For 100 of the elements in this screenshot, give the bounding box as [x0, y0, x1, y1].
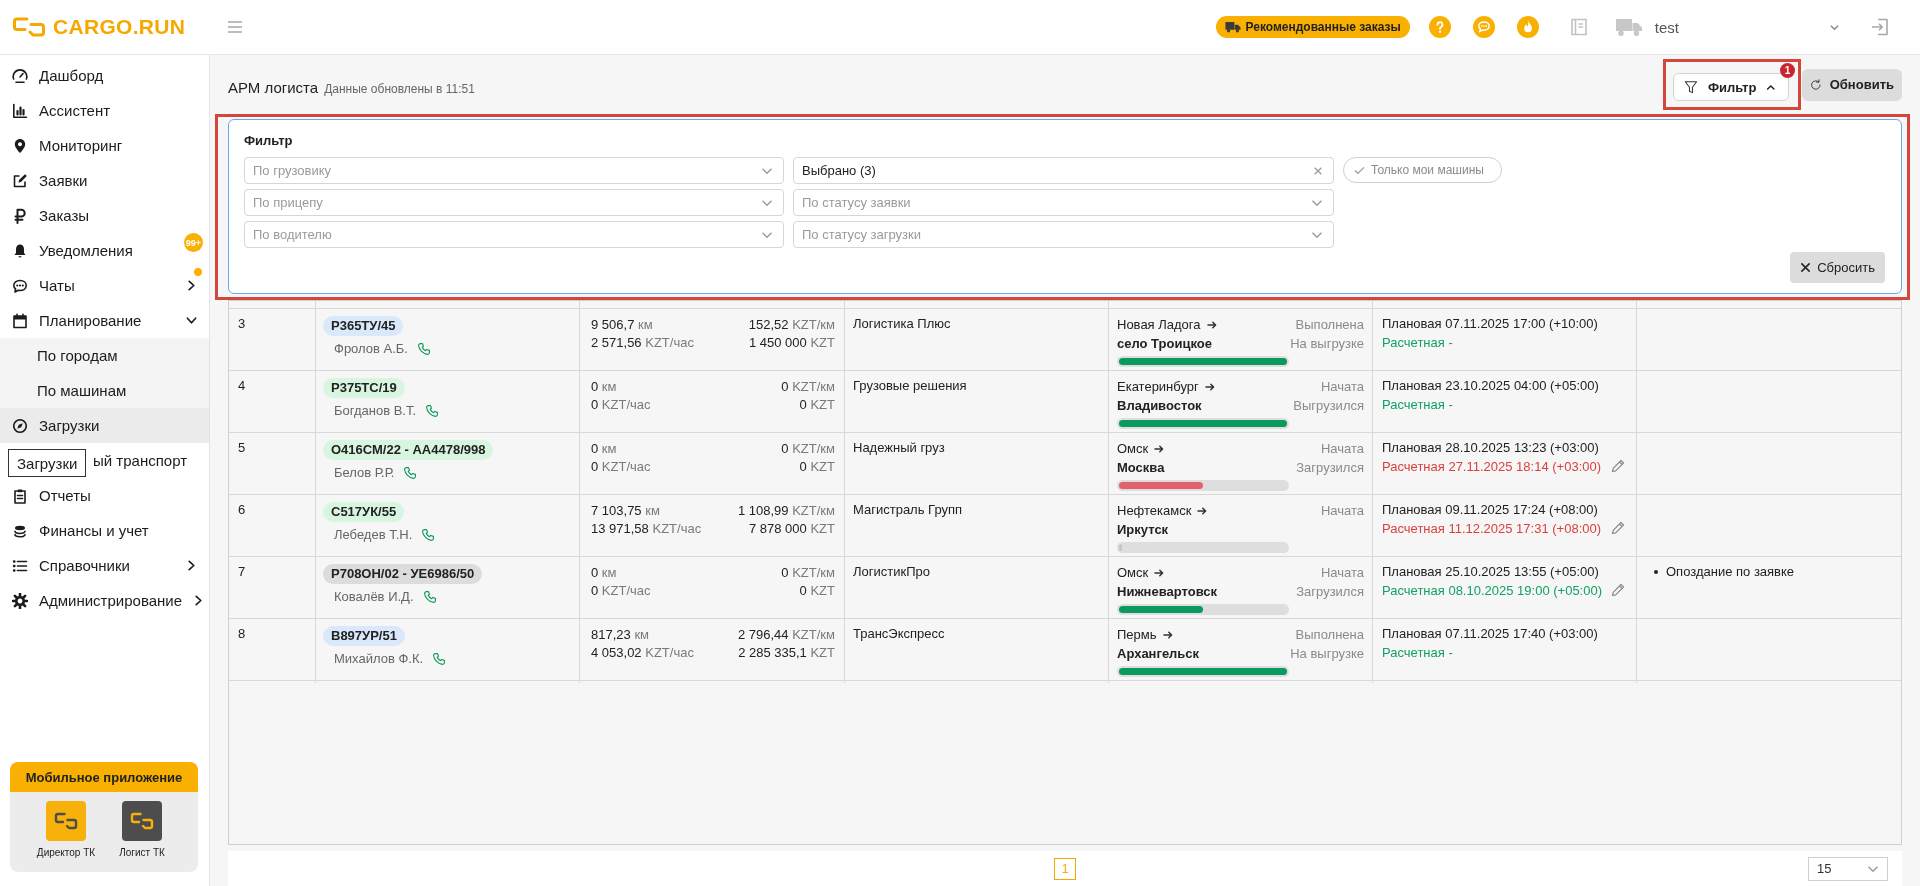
route-destination: село Троицкое [1117, 336, 1213, 351]
metric-text: 0 км [591, 378, 618, 394]
route-origin: Нефтекамск [1117, 503, 1192, 518]
nav-item[interactable]: Заявки [0, 163, 209, 198]
phone-icon[interactable] [416, 341, 431, 356]
phone-icon[interactable] [403, 465, 418, 480]
chat-icon[interactable] [1472, 16, 1495, 38]
filter-icon [1684, 79, 1698, 95]
app-link[interactable]: Директор ТК [31, 801, 101, 858]
route-destination: Архангельск [1117, 646, 1201, 661]
status-text: Начата [1319, 379, 1364, 394]
arrow-right-icon [1162, 629, 1173, 640]
metric-text: 7 103,75 км [591, 502, 661, 518]
substatus-text: На выгрузке [1290, 336, 1364, 351]
substatus-text: На выгрузке [1290, 646, 1364, 661]
check-icon [1354, 165, 1365, 175]
clipboard-icon [12, 487, 28, 504]
metric-text: 2 571,56 KZT/час [591, 334, 695, 350]
map-pin-icon [12, 137, 28, 154]
refresh-button[interactable]: Обновить [1802, 68, 1902, 101]
nav-item[interactable]: ый транспорт [93, 443, 209, 478]
clear-icon[interactable] [1313, 165, 1323, 176]
close-icon [1800, 262, 1812, 273]
nav-item[interactable]: Ассистент [0, 93, 209, 128]
company-name: Логистика Плюс [853, 316, 951, 331]
nav-item[interactable]: Финансы и учет [0, 513, 209, 548]
filter-button[interactable]: Фильтр [1673, 73, 1789, 101]
nav-item[interactable]: Уведомления 99+ [0, 233, 209, 268]
arrow-right-icon [1154, 443, 1165, 454]
phone-icon[interactable] [422, 589, 437, 604]
nav-item[interactable]: Заказы [0, 198, 209, 233]
metric-text: 0 KZT/час [591, 458, 652, 474]
logout-icon[interactable] [1870, 17, 1890, 37]
pencil-icon[interactable] [1610, 520, 1626, 536]
nav-item[interactable]: Администрирование [0, 583, 209, 618]
phone-icon[interactable] [421, 527, 436, 542]
logo-text: CARGO.RUN [53, 15, 186, 39]
logo-icon [12, 16, 46, 38]
driver-name: Фролов А.Б. [334, 341, 408, 356]
nav-item[interactable]: Дашборд [0, 58, 209, 93]
arrow-right-icon [1154, 567, 1165, 578]
reset-button[interactable]: Сбросить [1790, 252, 1885, 283]
planned-time: Плановая 07.11.2025 17:00 (+10:00) [1382, 315, 1598, 333]
toggle-button[interactable]: Только мои машины [1343, 157, 1502, 183]
row-number: 3 [238, 316, 246, 331]
route-origin: Пермь [1117, 627, 1157, 642]
book-icon[interactable] [1568, 17, 1589, 37]
metric-text: 2 796,44 KZT/км [737, 626, 835, 642]
metric-text: 0 KZT/час [591, 582, 652, 598]
ruble-icon [12, 207, 28, 224]
metric-text: 0 KZT/км [781, 564, 835, 580]
menu-icon[interactable] [228, 21, 242, 33]
bullet-icon [1654, 569, 1658, 574]
nav-item[interactable]: Планирование [0, 303, 209, 338]
compass-icon [12, 417, 28, 434]
plate-badge: Р708ОН/02 - УЕ6986/50 [323, 564, 483, 584]
nav-item[interactable]: Справочники [0, 548, 209, 583]
nav-subitem[interactable]: По городам [0, 338, 209, 373]
flame-icon[interactable] [1516, 16, 1539, 38]
metric-text: 152,52 KZT/км [748, 316, 835, 332]
row-number: 6 [238, 502, 246, 517]
plate-badge: В897УР/51 [323, 626, 405, 646]
gauge-icon [12, 67, 28, 84]
driver-name: Михайлов Ф.К. [334, 651, 424, 666]
company-name: Грузовые решения [853, 378, 967, 393]
truck-icon[interactable] [1614, 17, 1643, 37]
help-icon[interactable] [1428, 16, 1451, 38]
phone-icon[interactable] [432, 651, 447, 666]
route-origin: Новая Ладога [1117, 317, 1201, 332]
metric-text: 13 971,58 KZT/час [591, 520, 703, 536]
status-text: Начата [1319, 441, 1364, 456]
page-size-select[interactable]: 15 [1808, 856, 1888, 881]
metric-text: 0 KZT/час [591, 396, 652, 412]
route-destination: Нижневартовск [1117, 584, 1219, 599]
substatus-text: Выгрузился [1293, 398, 1364, 413]
nav-item[interactable]: Загрузки [0, 408, 209, 443]
route-destination: Москва [1117, 460, 1166, 475]
nav-item[interactable]: Отчеты [0, 478, 209, 513]
phone-icon[interactable] [425, 403, 440, 418]
user-name[interactable]: test [1654, 18, 1679, 36]
status-text: Выполнена [1294, 627, 1364, 642]
select-field[interactable]: Выбрано (3) [793, 157, 1334, 184]
truck-icon [1224, 21, 1241, 33]
status-text: Начата [1319, 565, 1364, 580]
driver-name: Белов Р.Р. [334, 465, 395, 480]
pencil-icon[interactable] [1610, 458, 1626, 474]
pencil-icon[interactable] [1610, 582, 1626, 598]
route-origin: Омск [1117, 565, 1149, 580]
recommended-orders-button[interactable]: Рекомендованные заказы [1215, 16, 1410, 38]
notification-badge: 1 [1780, 63, 1795, 78]
app-link[interactable]: Логист ТК [107, 801, 177, 858]
metric-text: 0 KZT/км [781, 440, 835, 456]
nav-subitem[interactable]: По машинам [0, 373, 209, 408]
nav-item[interactable]: Чаты [0, 268, 209, 303]
list-icon [12, 557, 28, 574]
nav-item[interactable]: Мониторинг [0, 128, 209, 163]
company-name: Надежный груз [853, 440, 945, 455]
plate-badge: Р375ТС/19 [323, 378, 405, 398]
plate-badge: О416СМ/22 - АА4478/998 [323, 440, 494, 460]
note-text: Опоздание по заявке [1666, 564, 1795, 579]
